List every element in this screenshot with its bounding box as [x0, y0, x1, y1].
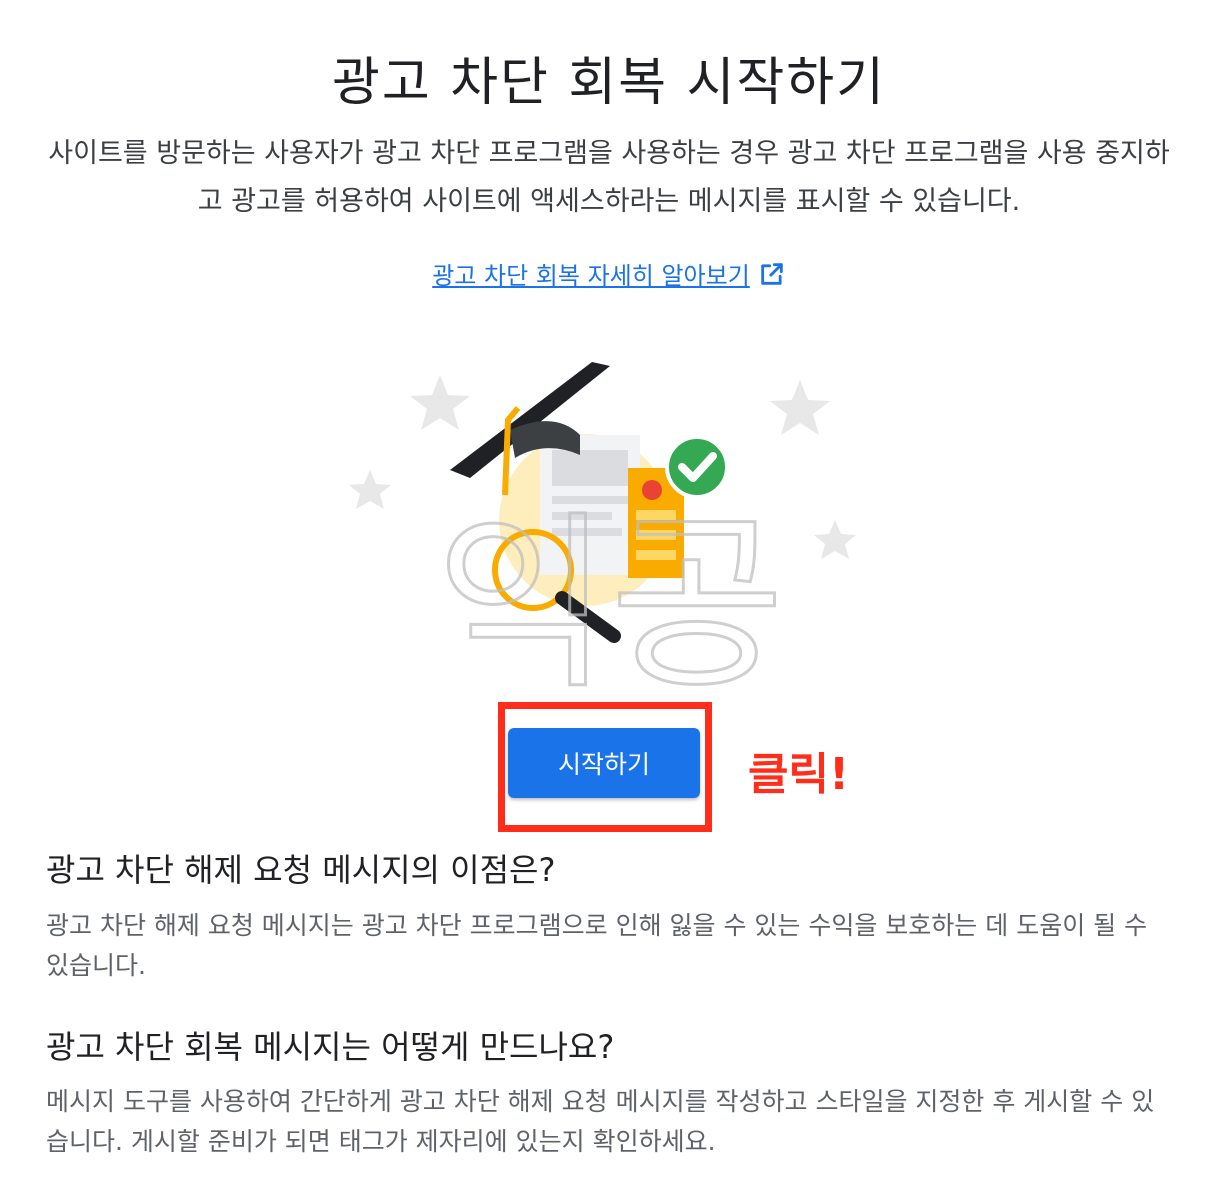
- start-button[interactable]: 시작하기: [508, 728, 700, 798]
- section-body-benefits: 광고 차단 해제 요청 메시지는 광고 차단 프로그램으로 인해 잃을 수 있는…: [46, 911, 1148, 980]
- page-title: 광고 차단 회복 시작하기: [332, 53, 886, 113]
- watermark-text: 익공: [435, 494, 785, 710]
- click-annotation: 클릭!: [748, 749, 850, 800]
- page-description: 사이트를 방문하는 사용자가 광고 차단 프로그램을 사용하는 경우 광고 차단…: [48, 138, 1170, 217]
- learn-more-row: 광고 차단 회복 자세히 알아보기: [0, 256, 1218, 294]
- section-body-how-to: 메시지 도구를 사용하여 간단하게 광고 차단 해제 요청 메시지를 작성하고 …: [46, 1087, 1155, 1156]
- section-heading-how-to: 광고 차단 회복 메시지는 어떻게 만드나요?: [46, 1028, 615, 1066]
- section-heading-benefits: 광고 차단 해제 요청 메시지의 이점은?: [46, 851, 556, 889]
- learn-more-link[interactable]: 광고 차단 회복 자세히 알아보기: [432, 262, 750, 290]
- illustration: 익공: [330, 340, 890, 717]
- page: 광고 차단 회복 시작하기 사이트를 방문하는 사용자가 광고 차단 프로그램을…: [0, 0, 1218, 1192]
- check-circle-icon: [665, 435, 729, 499]
- external-link-icon[interactable]: [758, 260, 786, 294]
